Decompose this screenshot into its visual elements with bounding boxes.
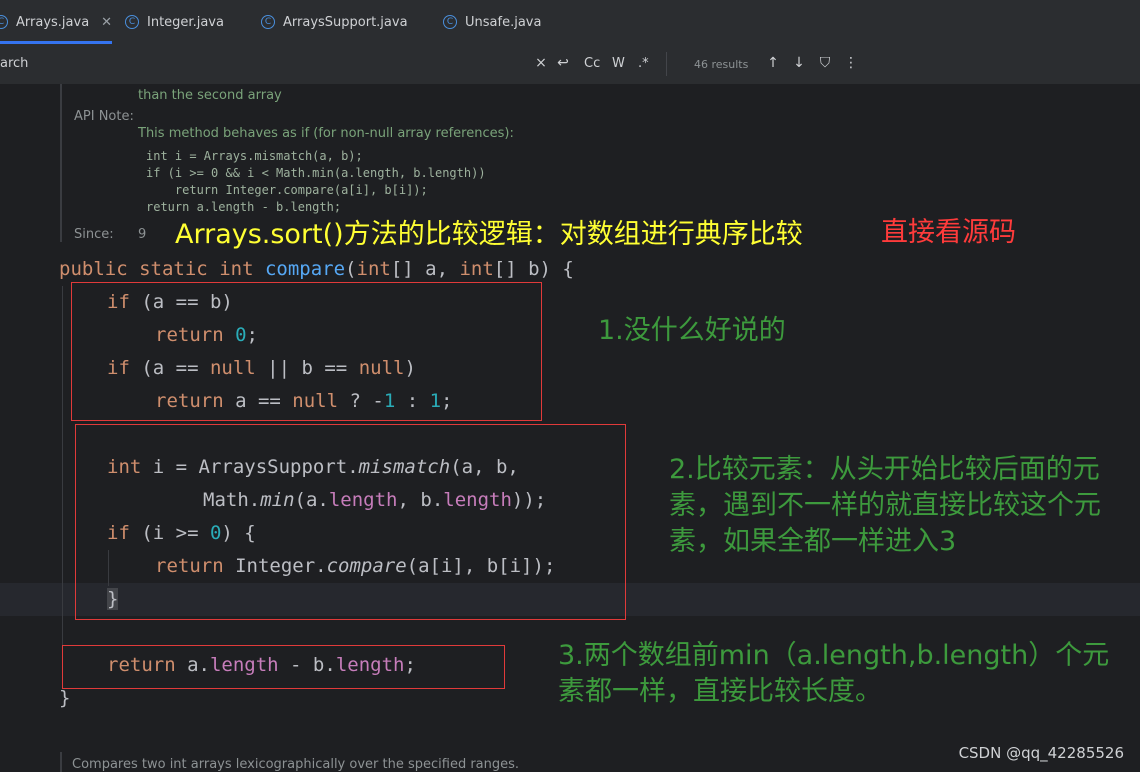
highlight-box-1 (71, 282, 542, 421)
code-line-signature: public static int compare(int[] a, int[]… (59, 258, 574, 280)
tab-label: ArraysSupport.java (283, 14, 408, 30)
annotation-title: Arrays.sort()方法的比较逻辑：对数组进行典序比较 (175, 219, 803, 250)
tab-label: Arrays.java (16, 14, 90, 30)
javadoc-gutter-bar (60, 84, 62, 242)
history-icon[interactable]: ↩ (554, 54, 572, 72)
api-note-label: API Note: (74, 109, 134, 124)
tab-label: Unsafe.java (465, 14, 542, 30)
annotation-source-hint: 直接看源码 (881, 217, 1016, 248)
class-icon: C (0, 15, 8, 29)
note-line: 素，遇到不一样的就直接比较这个元 (669, 490, 1101, 521)
javadoc-code-line: if (i >= 0 && i < Math.min(a.length, b.l… (146, 166, 486, 180)
tab-arrays-java[interactable]: C Arrays.java ✕ (0, 0, 112, 44)
tab-unsafe-java[interactable]: C Unsafe.java (443, 0, 541, 44)
class-icon: C (125, 15, 139, 29)
note-line: 2.比较元素：从头开始比较后面的元 (669, 454, 1100, 485)
annotation-note-2: 2.比较元素：从头开始比较后面的元 素，遇到不一样的就直接比较这个元 素，如果全… (669, 452, 1101, 560)
regex-toggle[interactable]: .* (638, 56, 649, 71)
whole-words-toggle[interactable]: W (612, 56, 625, 71)
tab-integer-java[interactable]: C Integer.java (125, 0, 224, 44)
tab-arrayssupport-java[interactable]: C ArraysSupport.java (261, 0, 408, 44)
javadoc-code-line: int i = Arrays.mismatch(a, b); (146, 149, 363, 163)
watermark: CSDN @qq_42285526 (958, 744, 1124, 762)
class-icon: C (443, 15, 457, 29)
arrow-up-icon[interactable]: ↑ (764, 54, 782, 72)
tab-label: Integer.java (147, 14, 224, 30)
note-line: 3.两个数组前min（a.length,b.length）个元 (558, 640, 1110, 671)
annotation-note-3: 3.两个数组前min（a.length,b.length）个元 素都一样，直接比… (558, 638, 1109, 710)
results-count: 46 results (694, 58, 749, 71)
note-line: 素都一样，直接比较长度。 (558, 676, 882, 707)
javadoc-line: Compares two int arrays lexicographicall… (72, 757, 520, 772)
class-icon: C (261, 15, 275, 29)
highlight-box-2 (75, 424, 626, 620)
search-input[interactable]: arch (0, 56, 28, 71)
match-case-toggle[interactable]: Cc (584, 56, 600, 71)
javadoc-code-line: return Integer.compare(a[i], b[i]); (146, 183, 428, 197)
javadoc-line: than the second array (138, 88, 282, 103)
javadoc-gutter-bar (60, 752, 62, 772)
since-label: Since: (74, 227, 114, 242)
more-icon[interactable]: ⋮ (842, 54, 860, 72)
arrow-down-icon[interactable]: ↓ (790, 54, 808, 72)
api-note-text: This method behaves as if (for non-null … (138, 126, 514, 141)
filter-icon[interactable]: ⛉ (816, 54, 834, 72)
clear-icon[interactable]: × (532, 54, 550, 72)
close-icon[interactable]: ✕ (101, 15, 112, 30)
since-value: 9 (138, 227, 147, 242)
find-bar: arch × ↩ Cc W .* 46 results ↑ ↓ ⛉ ⋮ (0, 44, 1140, 85)
indent-guide (62, 286, 63, 688)
code-line: } (59, 687, 71, 709)
editor-tab-bar: C Arrays.java ✕ C Integer.java C ArraysS… (0, 0, 1140, 45)
separator (666, 52, 667, 76)
highlight-box-3 (62, 645, 505, 689)
note-line: 素，如果全都一样进入3 (669, 526, 957, 557)
annotation-note-1: 1.没什么好说的 (598, 315, 786, 346)
